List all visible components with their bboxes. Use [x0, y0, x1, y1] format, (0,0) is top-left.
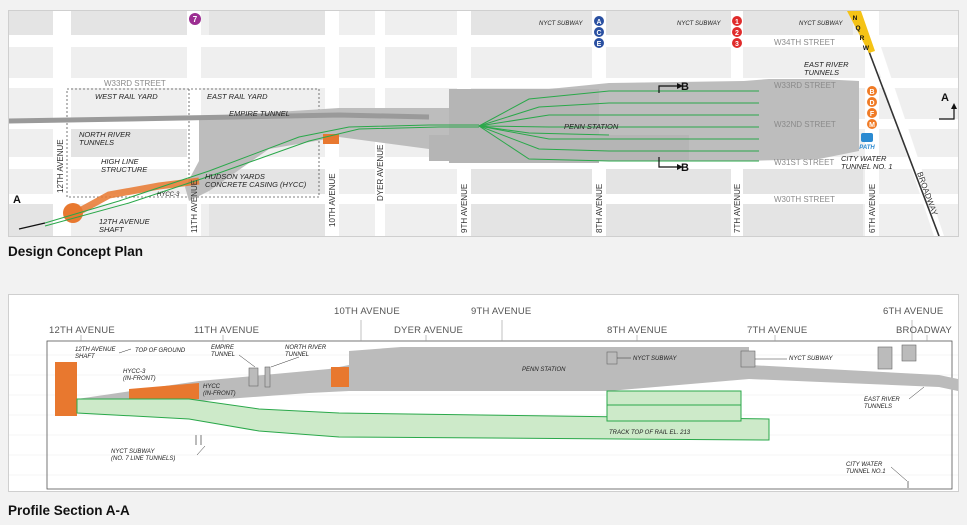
- label-high-line-2: STRUCTURE: [101, 165, 148, 174]
- label-city-water-2: TUNNEL NO. 1: [841, 162, 893, 171]
- label-ave10: 10TH AVENUE: [328, 173, 337, 227]
- profile-label-ave9: 9TH AVENUE: [471, 306, 531, 317]
- section-b-marker-top: B: [681, 81, 689, 93]
- profile-label-ave8: 8TH AVENUE: [607, 325, 667, 336]
- label-w32: W32ND STREET: [774, 120, 836, 129]
- svg-text:E: E: [597, 41, 602, 48]
- profile-label-ave7: 7TH AVENUE: [747, 325, 807, 336]
- label-hycc-2: CONCRETE CASING (HYCC): [205, 180, 307, 189]
- svg-text:3: 3: [735, 41, 739, 48]
- profile-shaft: [55, 362, 77, 416]
- svg-text:N: N: [853, 15, 858, 22]
- profile-label-east-river-1: EAST RIVER: [864, 397, 900, 403]
- label-penn-station: PENN STATION: [564, 122, 619, 131]
- label-w34: W34TH STREET: [774, 38, 835, 47]
- label-w31: W31ST STREET: [774, 158, 834, 167]
- profile-label-nyct-8: NYCT SUBWAY: [633, 356, 677, 362]
- profile-label-track-top: TRACK TOP OF RAIL EL. 213: [609, 430, 691, 436]
- label-hycc3: HYCC-3: [157, 192, 180, 198]
- svg-text:F: F: [870, 111, 875, 118]
- label-nyct-subway-b: NYCT SUBWAY: [677, 21, 721, 27]
- label-ave6: 6TH AVENUE: [868, 184, 877, 233]
- label-empire-tunnel: EMPIRE TUNNEL: [229, 109, 290, 118]
- svg-text:B: B: [869, 89, 874, 96]
- svg-text:C: C: [596, 30, 601, 37]
- label-w30: W30TH STREET: [774, 195, 835, 204]
- svg-text:D: D: [869, 100, 874, 107]
- profile-penn-station: [349, 347, 958, 391]
- profile-label-shaft-1: 12TH AVENUE: [75, 347, 116, 353]
- label-ave9: 9TH AVENUE: [460, 184, 469, 233]
- section-a-marker-left: A: [13, 194, 21, 206]
- profile-label-north-river-1: NORTH RIVER: [285, 345, 327, 351]
- profile-label-empire-1: EMPIRE: [211, 345, 235, 351]
- profile-label-penn-station: PENN STATION: [522, 367, 566, 373]
- label-dyer: DYER AVENUE: [376, 145, 385, 201]
- subway-bullets-ace: A C E: [594, 16, 604, 48]
- profile-label-hycc3-1: HYCC-3: [123, 369, 146, 375]
- profile-label-top-of-ground: TOP OF GROUND: [135, 348, 186, 354]
- label-ave12: 12TH AVENUE: [56, 139, 65, 193]
- label-w33b: W33RD STREET: [774, 81, 836, 90]
- profile-label-7line-2: (NO. 7 LINE TUNNELS): [111, 456, 175, 462]
- profile-label-dyer: DYER AVENUE: [394, 325, 463, 336]
- plan-map: 7 A C E 1 2 3 N Q R W B D F M PATH W34TH…: [9, 11, 958, 236]
- profile-label-nyct-7: NYCT SUBWAY: [789, 356, 833, 362]
- caption-profile: Profile Section A-A: [8, 503, 130, 518]
- label-west-rail-yard: WEST RAIL YARD: [95, 92, 158, 101]
- profile-label-hycc3-2: (IN-FRONT): [123, 376, 156, 382]
- profile-label-ave12: 12TH AVENUE: [49, 325, 115, 336]
- profile-section: 12TH AVENUE 11TH AVENUE 10TH AVENUE DYER…: [8, 294, 959, 492]
- svg-text:R: R: [860, 35, 865, 42]
- profile-label-city-water-1: CITY WATER: [846, 462, 883, 468]
- profile-label-city-water-2: TUNNEL NO.1: [846, 469, 886, 475]
- profile-label-empire-2: TUNNEL: [211, 352, 235, 358]
- profile-label-ave10: 10TH AVENUE: [334, 306, 400, 317]
- svg-text:2: 2: [735, 30, 739, 37]
- profile-label-hycc-2: (IN-FRONT): [203, 391, 236, 397]
- profile-label-north-river-2: TUNNEL: [285, 352, 309, 358]
- label-east-rail-yard: EAST RAIL YARD: [207, 92, 268, 101]
- caption-plan: Design Concept Plan: [8, 244, 144, 259]
- svg-text:M: M: [869, 122, 875, 129]
- profile-label-7line-1: NYCT SUBWAY: [111, 449, 155, 455]
- svg-text:PATH: PATH: [859, 145, 875, 151]
- label-ave11: 11TH AVENUE: [190, 180, 199, 233]
- section-b-marker-bottom: B: [681, 162, 689, 174]
- label-ave7: 7TH AVENUE: [733, 184, 742, 233]
- label-shaft-2: SHAFT: [99, 225, 125, 234]
- profile-drawing: 12TH AVENUE 11TH AVENUE 10TH AVENUE DYER…: [9, 306, 958, 490]
- svg-text:Q: Q: [855, 25, 860, 32]
- label-w33: W33RD STREET: [104, 79, 166, 88]
- subway-bullet-7: 7: [189, 13, 201, 25]
- profile-label-hycc-1: HYCC: [203, 384, 221, 390]
- design-concept-plan: 7 A C E 1 2 3 N Q R W B D F M PATH W34TH…: [8, 10, 959, 237]
- subway-bullets-123: 1 2 3: [732, 16, 742, 48]
- svg-text:A: A: [596, 19, 601, 26]
- label-north-river-2: TUNNELS: [79, 138, 114, 147]
- profile-label-ave6: 6TH AVENUE: [883, 306, 943, 317]
- label-nyct-subway-c: NYCT SUBWAY: [799, 21, 843, 27]
- profile-label-ave11: 11TH AVENUE: [194, 325, 259, 336]
- label-ave8: 8TH AVENUE: [595, 184, 604, 233]
- svg-text:W: W: [863, 45, 870, 52]
- svg-text:1: 1: [735, 19, 739, 26]
- label-east-river-2: TUNNELS: [804, 68, 839, 77]
- svg-text:7: 7: [193, 15, 198, 24]
- profile-label-shaft-2: SHAFT: [75, 354, 96, 360]
- profile-label-east-river-2: TUNNELS: [864, 404, 892, 410]
- label-nyct-subway-a: NYCT SUBWAY: [539, 21, 583, 27]
- section-a-marker-right: A: [941, 92, 949, 104]
- profile-label-broadway: BROADWAY: [896, 325, 952, 336]
